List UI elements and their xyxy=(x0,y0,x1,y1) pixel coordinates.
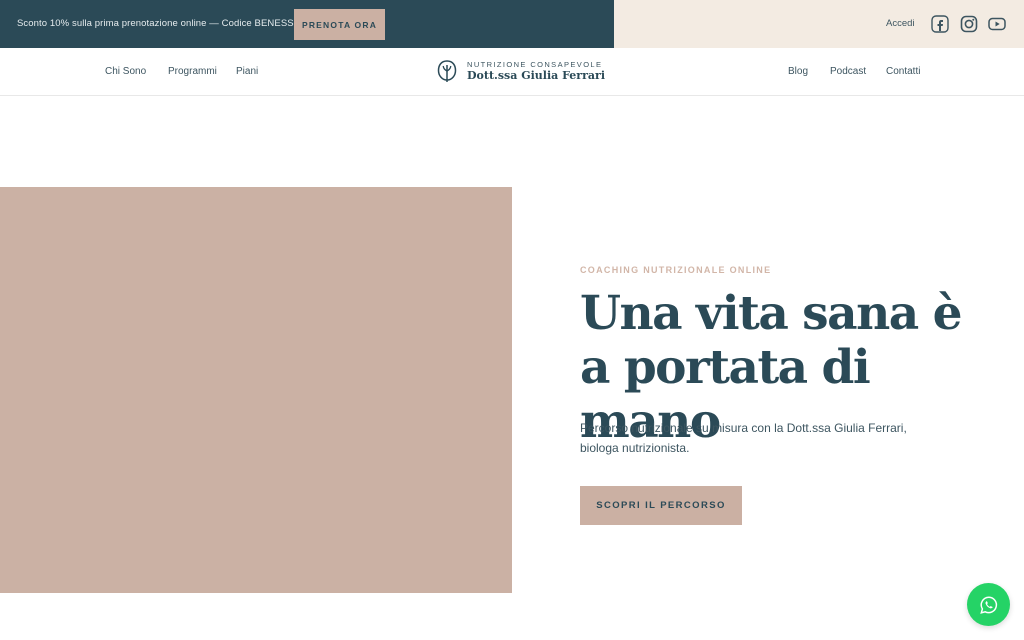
youtube-icon[interactable] xyxy=(988,15,1006,33)
hero-subtext: Percorso nutrizionale su misura con la D… xyxy=(580,421,907,455)
promo-text: Sconto 10% sulla prima prenotazione onli… xyxy=(17,18,314,29)
nav-chi-sono[interactable]: Chi Sono xyxy=(105,66,146,77)
account-social-area: Accedi xyxy=(614,0,1024,48)
promo-area: Sconto 10% sulla prima prenotazione onli… xyxy=(0,0,614,48)
prenota-ora-button[interactable]: PRENOTA ORA xyxy=(294,9,385,40)
hero-eyebrow: COACHING NUTRIZIONALE ONLINE xyxy=(580,265,772,275)
nav-programmi[interactable]: Programmi xyxy=(168,66,217,77)
leaf-logo-icon xyxy=(437,59,457,83)
whatsapp-button[interactable] xyxy=(967,583,1010,626)
logo-tagline: NUTRIZIONE CONSAPEVOLE xyxy=(467,59,603,69)
promo-topbar: Sconto 10% sulla prima prenotazione onli… xyxy=(0,0,1024,48)
logo-text: NUTRIZIONE CONSAPEVOLE Dott.ssa Giulia F… xyxy=(467,60,605,83)
hero-image xyxy=(0,187,512,593)
nav-blog[interactable]: Blog xyxy=(788,66,808,77)
whatsapp-icon xyxy=(978,594,1000,616)
nav-contatti[interactable]: Contatti xyxy=(886,66,920,77)
login-link[interactable]: Accedi xyxy=(886,18,915,29)
logo-name: Dott.ssa Giulia Ferrari xyxy=(467,68,605,82)
nav-podcast[interactable]: Podcast xyxy=(830,66,866,77)
site-logo[interactable]: NUTRIZIONE CONSAPEVOLE Dott.ssa Giulia F… xyxy=(437,59,605,83)
instagram-icon[interactable] xyxy=(960,15,978,33)
facebook-icon[interactable] xyxy=(931,15,949,33)
scopri-percorso-button[interactable]: SCOPRI IL PERCORSO xyxy=(580,486,742,525)
nav-piani[interactable]: Piani xyxy=(236,66,258,77)
